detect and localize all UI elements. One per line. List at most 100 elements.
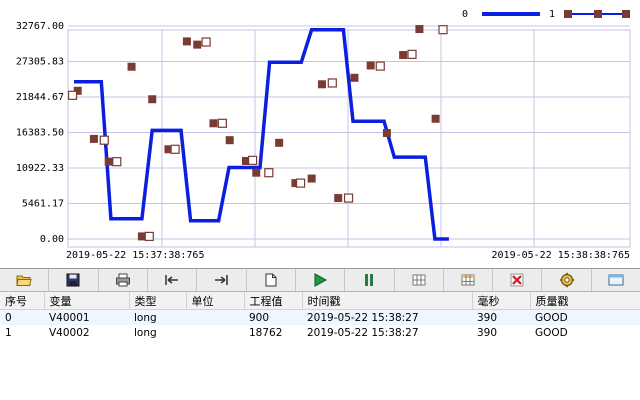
column-header-milliseconds[interactable]: 毫秒 <box>472 292 531 310</box>
column-header-unit[interactable]: 单位 <box>186 292 245 310</box>
y-tick-label: 27305.83 <box>16 57 64 68</box>
document-icon <box>265 273 277 287</box>
series-1-marker-filled <box>415 25 424 34</box>
series-1-marker-hollow <box>217 118 227 128</box>
table-view-button[interactable] <box>444 269 494 291</box>
series-1-marker-filled <box>225 136 234 145</box>
series-1-marker-filled <box>148 95 157 104</box>
series-1-marker-filled <box>252 168 261 177</box>
series-1-marker-hollow <box>375 61 385 71</box>
play-button[interactable] <box>296 269 346 291</box>
save-button[interactable] <box>49 269 99 291</box>
cell-index: 0 <box>0 309 44 325</box>
series-1-marker-hollow <box>264 168 274 178</box>
table-icon <box>461 274 475 286</box>
legend-label-1: 1 <box>549 9 555 20</box>
series-1-marker-hollow <box>201 37 211 47</box>
y-tick-label: 16383.50 <box>16 128 64 139</box>
y-axis-ticks: 32767.00 27305.83 21844.67 16383.50 10922.33… <box>16 21 64 245</box>
column-header-variable[interactable]: 变量 <box>44 292 130 310</box>
series-1-marker-filled <box>307 174 316 183</box>
column-header-type[interactable]: 类型 <box>129 292 187 310</box>
series-1-marker-filled <box>182 37 191 46</box>
legend-marker-1 <box>622 10 630 18</box>
series-1-marker-filled <box>399 51 408 60</box>
column-header-timestamp[interactable]: 时间戳 <box>302 292 473 310</box>
red-x-icon <box>510 273 524 287</box>
toolbar <box>0 268 640 292</box>
series-1-marker-hollow <box>295 178 306 188</box>
column-header-index[interactable]: 序号 <box>0 292 45 310</box>
pause-icon <box>365 274 374 286</box>
cell-variable: V40002 <box>49 326 90 339</box>
settings-button[interactable] <box>542 269 592 291</box>
trend-chart-canvas: 32767.00 27305.83 21844.67 16383.50 10922.33… <box>16 9 631 261</box>
series-1-marker-hollow <box>343 193 354 203</box>
printer-icon <box>115 273 130 287</box>
table-row[interactable]: 0 V40001 long 900 2019-05-22 15:38:27 39… <box>0 309 640 325</box>
cell-engineering-value: 900 <box>244 309 302 325</box>
cell-type: long <box>129 309 186 325</box>
new-document-button[interactable] <box>247 269 296 291</box>
series-1-marker-hollow <box>99 135 109 145</box>
series-1-marker-filled <box>382 129 391 138</box>
arrow-left-bar-icon <box>165 275 179 285</box>
y-tick-label: 21844.67 <box>16 92 64 103</box>
y-tick-label: 0.00 <box>40 234 64 245</box>
cell-milliseconds: 390 <box>477 326 498 339</box>
series-1-marker-hollow <box>438 25 448 35</box>
legend-label-0: 0 <box>462 9 468 20</box>
legend: 0 1 <box>462 9 630 20</box>
series-1-marker-hollow <box>144 231 154 241</box>
floppy-disk-icon <box>66 273 80 287</box>
cell-index: 1 <box>5 326 12 339</box>
trend-chart: 32767.00 27305.83 21844.67 16383.50 10922.33… <box>0 0 640 268</box>
cell-quality: GOOD <box>535 326 568 339</box>
series-1-marker-filled <box>350 73 359 82</box>
series-1-marker-filled <box>89 134 98 143</box>
variable-table: 序号 变量 类型 单位 工程值 时间戳 毫秒 质量戳 0 V40001 long… <box>0 292 640 400</box>
print-button[interactable] <box>99 269 148 291</box>
play-icon <box>314 273 328 287</box>
cell-unit <box>186 309 244 325</box>
table-row[interactable]: 1 V40002 long 18762 2019-05-22 15:38:27 … <box>0 325 640 340</box>
y-tick-label: 10922.33 <box>16 163 64 174</box>
series-1-marker-filled <box>317 80 326 89</box>
cell-unit <box>186 325 244 340</box>
column-header-engineering-value[interactable]: 工程值 <box>244 292 303 310</box>
scroll-right-button[interactable] <box>197 269 247 291</box>
series-1-marker-filled <box>127 62 136 71</box>
series-1-marker-hollow <box>112 157 122 167</box>
series-1-marker-filled <box>209 119 218 128</box>
arrow-right-bar-icon <box>215 275 229 285</box>
gear-icon <box>559 272 574 288</box>
delete-button[interactable] <box>493 269 543 291</box>
series-1-marker-filled <box>193 40 202 49</box>
cell-engineering-value: 18762 <box>249 326 283 339</box>
grid-view-button[interactable] <box>395 269 444 291</box>
cell-variable: V40001 <box>44 309 129 325</box>
cell-timestamp: 2019-05-22 15:38:27 <box>302 309 472 325</box>
series-1-marker-filled <box>275 138 284 147</box>
cell-milliseconds: 390 <box>472 309 530 325</box>
pause-button[interactable] <box>345 269 395 291</box>
cell-quality: GOOD <box>530 309 640 325</box>
y-tick-label: 5461.17 <box>22 199 64 210</box>
legend-marker-1 <box>564 10 572 18</box>
series-1-marker-hollow <box>170 144 180 154</box>
series-1-marker-hollow <box>327 78 337 88</box>
series-1-marker-filled <box>104 157 113 166</box>
window-button[interactable] <box>592 269 640 291</box>
cell-timestamp: 2019-05-22 15:38:27 <box>307 326 419 339</box>
series-1-marker-filled <box>431 114 440 123</box>
scroll-left-button[interactable] <box>148 269 198 291</box>
column-header-quality[interactable]: 质量戳 <box>530 292 640 310</box>
table-header-row: 序号 变量 类型 单位 工程值 时间戳 毫秒 质量戳 <box>0 292 640 310</box>
grid-icon <box>412 274 426 286</box>
x-axis-start-label: 2019-05-22 15:37:38:765 <box>66 250 204 261</box>
open-folder-button[interactable] <box>0 269 50 291</box>
series-1-marker-hollow <box>67 90 78 100</box>
window-icon <box>608 274 624 286</box>
series-1-marker-hollow <box>407 49 417 59</box>
y-tick-label: 32767.00 <box>16 21 64 32</box>
